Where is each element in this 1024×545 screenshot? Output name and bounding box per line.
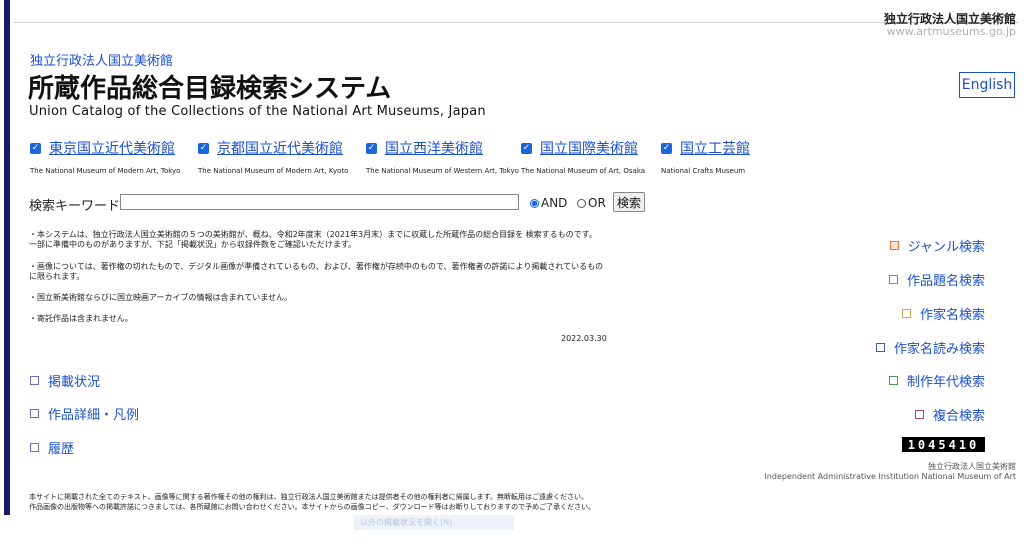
square-icon [30, 443, 39, 452]
page-title: 所蔵作品総合目録検索システム [28, 74, 392, 104]
english-button[interactable]: English [959, 72, 1015, 98]
keyword-label: 検索キーワード: [29, 199, 125, 214]
update-date: 2022.03.30 [561, 334, 607, 343]
credit-jp: 独立行政法人国立美術館 [928, 462, 1016, 471]
footer-line-1: 本サイトに掲載された全てのテキスト、画像等に関する著作権その他の権利は、独立行政… [29, 493, 588, 501]
square-icon [888, 376, 898, 385]
credit-en: Independent Administrative Institution N… [764, 472, 1016, 481]
museum-filter-osaka: ✓ 国立国際美術館 The National Museum of Art, Os… [521, 138, 645, 175]
museum-english-name: The National Museum of Art, Osaka [521, 167, 646, 175]
and-label: AND [541, 196, 568, 210]
nav-label: ジャンル検索 [907, 240, 985, 255]
square-icon [888, 275, 898, 284]
museum-english-name: The National Museum of Western Art, Toky… [366, 167, 519, 175]
nav-label: 履歴 [48, 442, 75, 457]
museum-checkbox[interactable]: ✓ [30, 142, 41, 154]
nav-label: 複合検索 [932, 409, 985, 424]
museum-filter-western-art: ✓ 国立西洋美術館 The National Museum of Western… [366, 138, 519, 175]
museum-english-name: National Crafts Museum [661, 167, 746, 175]
nav-genre-search[interactable]: ジャンル検索 [889, 236, 985, 255]
square-icon [30, 376, 39, 385]
nav-label: 掲載状況 [48, 375, 101, 390]
square-icon [901, 309, 911, 318]
nav-period-search[interactable]: 制作年代検索 [888, 371, 985, 390]
museum-link[interactable]: 京都国立近代美術館 [217, 138, 343, 158]
nav-artist-search[interactable]: 作家名検索 [901, 304, 985, 323]
header-divider [14, 22, 1019, 23]
museum-filter-tokyo-modern: ✓ 東京国立近代美術館 The National Museum of Moder… [30, 138, 180, 175]
radio-selected-icon [530, 198, 539, 208]
or-label: OR [588, 196, 606, 210]
nav-label: 作家名読み検索 [893, 342, 985, 357]
museum-link[interactable]: 東京国立近代美術館 [49, 138, 175, 158]
faded-overlay-bar: 以外の掲載状況を開く(N) [354, 515, 514, 530]
nav-listing-status[interactable]: 掲載状況 [30, 371, 100, 390]
search-button[interactable]: 検索 [613, 192, 645, 212]
museum-filter-crafts: ✓ 国立工芸館 National Crafts Museum [661, 138, 750, 175]
radio-unselected-icon [577, 198, 586, 208]
nav-artist-reading-search[interactable]: 作家名読み検索 [875, 338, 985, 357]
nav-combined-search[interactable]: 複合検索 [914, 405, 985, 424]
nav-title-search[interactable]: 作品題名検索 [888, 270, 985, 289]
copyright-footer: 本サイトに掲載された全てのテキスト、画像等に関する著作権その他の権利は、独立行政… [29, 492, 619, 512]
museum-checkbox[interactable]: ✓ [198, 142, 209, 154]
visit-counter: 1045410 [902, 437, 985, 452]
nav-label: 作品詳細・凡例 [48, 408, 140, 423]
nav-work-details[interactable]: 作品詳細・凡例 [30, 404, 139, 423]
page-subtitle: Union Catalog of the Collections of the … [29, 104, 486, 119]
notice-4: ・寄託作品は含まれません。 [29, 314, 133, 323]
square-icon [875, 343, 885, 352]
notice-1: ・本システムは、独立行政法人国立美術館の５つの美術館が、概ね、令和2年度末（20… [29, 230, 597, 249]
nav-label: 作家名検索 [919, 308, 985, 323]
and-radio[interactable]: AND [530, 196, 567, 210]
keyword-input[interactable] [120, 194, 519, 210]
museum-checkbox[interactable]: ✓ [366, 142, 377, 154]
nav-label: 作品題名検索 [906, 274, 985, 289]
museum-link[interactable]: 国立工芸館 [680, 138, 750, 158]
footer-line-2: 作品画像の出版物等への掲載許諾につきましては、各所蔵館にお問い合わせください。本… [29, 503, 596, 511]
museum-english-name: The National Museum of Modern Art, Tokyo [30, 167, 181, 175]
square-icon [30, 409, 39, 418]
notice-3: ・国立新美術館ならびに国立映画アーカイブの情報は含まれていません。 [29, 293, 293, 302]
square-icon [889, 241, 899, 250]
or-radio[interactable]: OR [577, 196, 606, 210]
museum-checkbox[interactable]: ✓ [661, 142, 672, 154]
museum-english-name: The National Museum of Modern Art, Kyoto [198, 167, 349, 175]
notice-2: ・画像については、著作権の切れたもので、デジタル画像が準備されているもの、および… [29, 262, 604, 281]
square-icon [914, 410, 924, 419]
museum-checkbox[interactable]: ✓ [521, 142, 532, 154]
nav-history[interactable]: 履歴 [30, 438, 74, 457]
museum-filter-kyoto-modern: ✓ 京都国立近代美術館 The National Museum of Moder… [198, 138, 348, 175]
left-accent-bar [4, 0, 10, 515]
brand-url: www.artmuseums.go.jp [886, 25, 1016, 38]
museum-link[interactable]: 国立国際美術館 [540, 138, 638, 158]
nav-label: 制作年代検索 [906, 375, 985, 390]
org-link[interactable]: 独立行政法人国立美術館 [30, 50, 173, 69]
museum-link[interactable]: 国立西洋美術館 [385, 138, 483, 158]
